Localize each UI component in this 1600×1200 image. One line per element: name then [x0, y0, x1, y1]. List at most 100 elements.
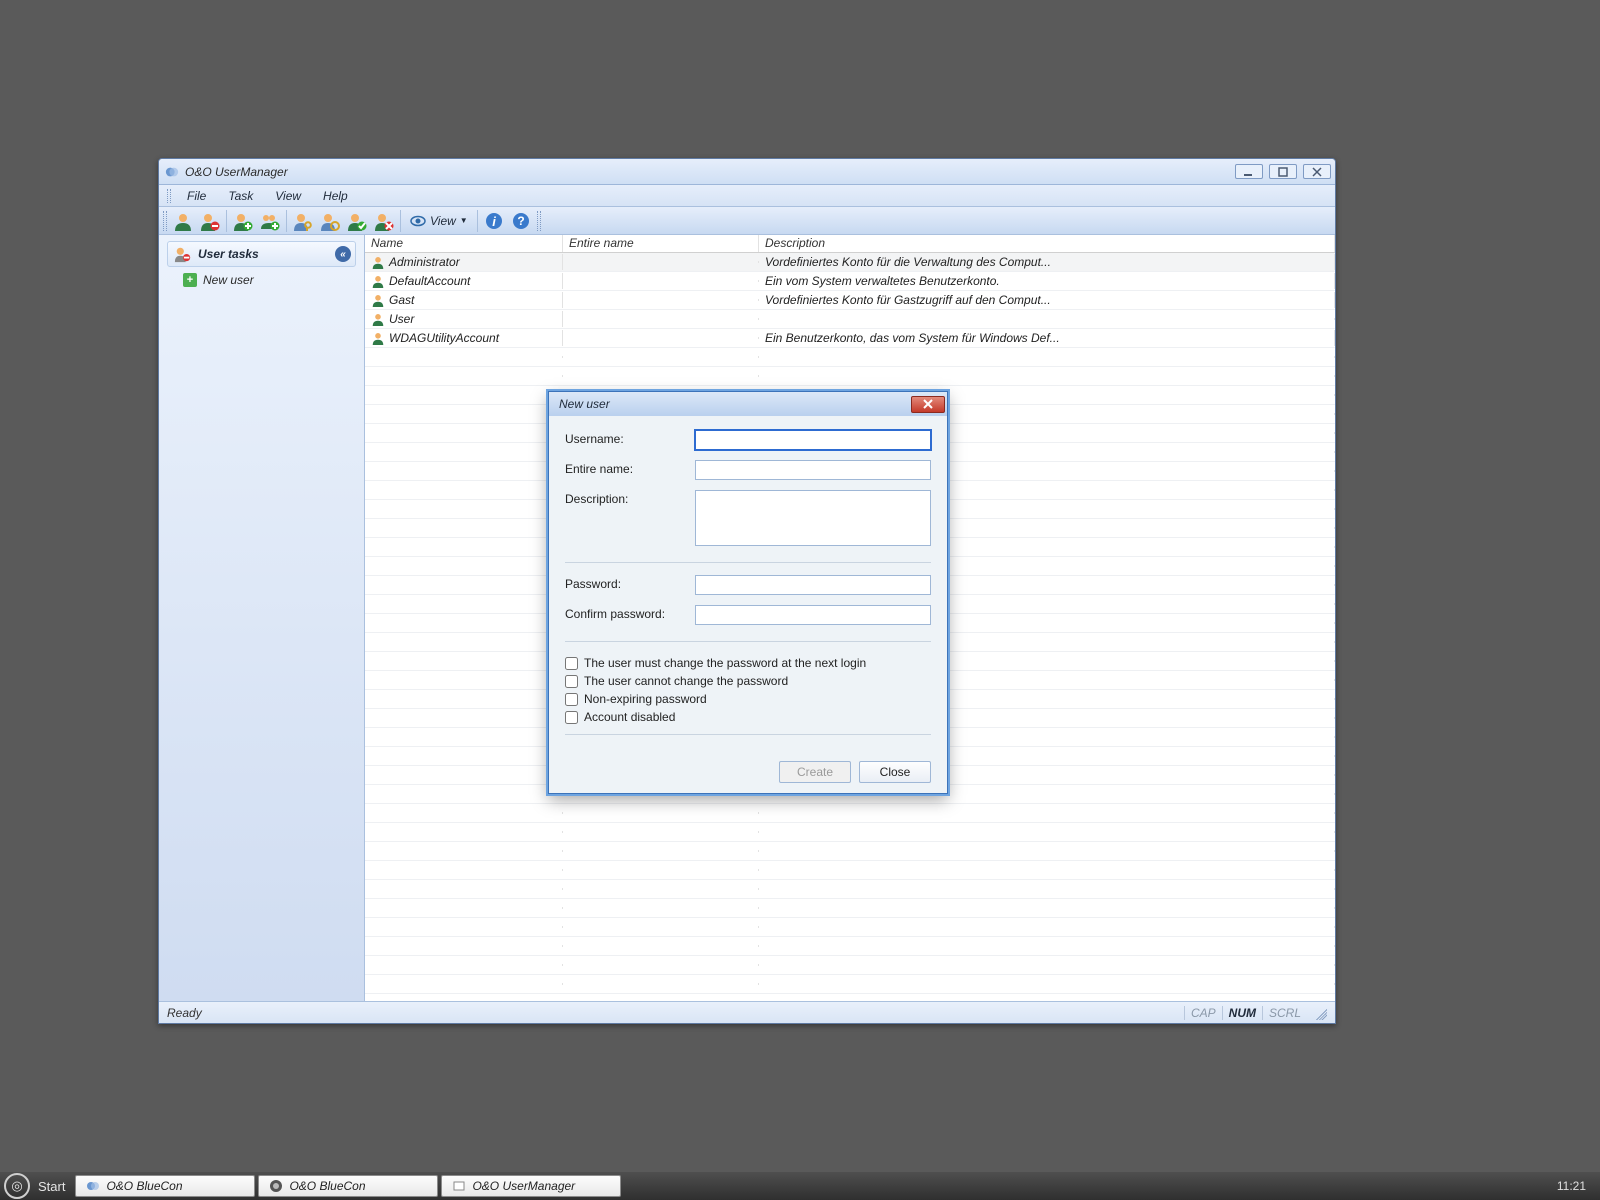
- menu-task[interactable]: Task: [218, 187, 263, 205]
- sidebar-new-user[interactable]: + New user: [167, 267, 356, 291]
- label-password: Password:: [565, 575, 695, 591]
- menu-help[interactable]: Help: [313, 187, 358, 205]
- cell-desc: Vordefiniertes Konto für Gastzugriff auf…: [765, 293, 1051, 307]
- start-orb-icon: ◎: [11, 1178, 22, 1194]
- table-row-empty: [365, 994, 1335, 1001]
- sidebar-header[interactable]: User tasks «: [167, 241, 356, 267]
- maximize-icon: [1278, 167, 1288, 177]
- input-desc[interactable]: [695, 490, 931, 546]
- close-button[interactable]: Close: [859, 761, 931, 783]
- close-button-label: Close: [880, 765, 911, 779]
- tool-user-add[interactable]: [230, 209, 256, 233]
- table-row-empty: [365, 880, 1335, 899]
- taskbar-item[interactable]: O&O UserManager: [441, 1175, 621, 1197]
- check-cannot-change[interactable]: The user cannot change the password: [565, 674, 931, 688]
- table-row[interactable]: WDAGUtilityAccountEin Benutzerkonto, das…: [365, 329, 1335, 348]
- tool-help[interactable]: i: [481, 209, 507, 233]
- dialog-separator: [565, 641, 931, 642]
- taskbar-item-label: O&O BlueCon: [106, 1179, 182, 1193]
- titlebar: O&O UserManager: [159, 159, 1335, 185]
- check-label-must-change: The user must change the password at the…: [584, 656, 866, 670]
- tool-user-remove[interactable]: [197, 209, 223, 233]
- cell-name: Administrator: [389, 255, 460, 269]
- input-username[interactable]: [695, 430, 931, 450]
- tool-user-unlock[interactable]: [317, 209, 343, 233]
- tool-user-disable[interactable]: [371, 209, 397, 233]
- start-button[interactable]: ◎: [4, 1173, 30, 1199]
- dialog-close-button[interactable]: [911, 396, 945, 413]
- start-label[interactable]: Start: [30, 1179, 75, 1194]
- table-row-empty: [365, 937, 1335, 956]
- table-row[interactable]: Administrator Vordefiniertes Konto für di…: [365, 253, 1335, 272]
- label-username: Username:: [565, 430, 695, 446]
- check-label-non-expiring: Non-expiring password: [584, 692, 707, 706]
- user-enable-icon: [347, 211, 367, 231]
- table-row[interactable]: User: [365, 310, 1335, 329]
- close-window-button[interactable]: [1303, 164, 1331, 179]
- cell-name: DefaultAccount: [389, 274, 470, 288]
- tool-about[interactable]: ?: [508, 209, 534, 233]
- table-row[interactable]: GastVordefiniertes Konto für Gastzugriff…: [365, 291, 1335, 310]
- view-label: View: [430, 214, 456, 228]
- menu-file[interactable]: File: [177, 187, 216, 205]
- minimize-icon: [1244, 167, 1254, 177]
- dialog-separator: [565, 562, 931, 563]
- check-disabled[interactable]: Account disabled: [565, 710, 931, 724]
- input-password[interactable]: [695, 575, 931, 595]
- cell-name: User: [389, 312, 414, 326]
- user-disable-icon: [374, 211, 394, 231]
- user-key-icon: [293, 211, 313, 231]
- table-row-empty: [365, 956, 1335, 975]
- check-non-expiring[interactable]: Non-expiring password: [565, 692, 931, 706]
- taskbar-item-label: O&O BlueCon: [289, 1179, 365, 1193]
- menu-view[interactable]: View: [265, 187, 311, 205]
- cell-desc: Ein vom System verwaltetes Benutzerkonto…: [765, 274, 1000, 288]
- tool-user-key[interactable]: [290, 209, 316, 233]
- taskbar-item-icon: [269, 1179, 283, 1193]
- window-title: O&O UserManager: [185, 165, 1235, 179]
- chevron-up-icon[interactable]: «: [335, 246, 351, 262]
- check-must-change[interactable]: The user must change the password at the…: [565, 656, 931, 670]
- tool-user-default[interactable]: [170, 209, 196, 233]
- svg-text:?: ?: [517, 214, 524, 228]
- create-button[interactable]: Create: [779, 761, 851, 783]
- toolbar-separator: [226, 210, 227, 232]
- col-desc-header[interactable]: Description: [759, 235, 1335, 252]
- taskbar-item[interactable]: O&O BlueCon: [258, 1175, 438, 1197]
- toolbar-grip-end[interactable]: [537, 211, 541, 231]
- col-entire-header[interactable]: Entire name: [563, 235, 759, 252]
- table-row[interactable]: DefaultAccount Ein vom System verwaltetes…: [365, 272, 1335, 291]
- maximize-button[interactable]: [1269, 164, 1297, 179]
- taskbar-item[interactable]: O&O BlueCon: [75, 1175, 255, 1197]
- input-confirm[interactable]: [695, 605, 931, 625]
- menubar: File Task View Help: [159, 185, 1335, 207]
- sidebar-header-label: User tasks: [198, 247, 259, 261]
- chevron-down-icon: ▼: [460, 216, 468, 225]
- taskbar-item-icon: [86, 1179, 100, 1193]
- toolbar-grip[interactable]: [163, 211, 167, 231]
- eye-icon: [410, 213, 426, 229]
- status-cap: CAP: [1184, 1006, 1222, 1020]
- menubar-grip[interactable]: [167, 189, 171, 203]
- table-header: Name Entire name Description: [365, 235, 1335, 253]
- minimize-button[interactable]: [1235, 164, 1263, 179]
- input-entire[interactable]: [695, 460, 931, 480]
- resize-grip-icon[interactable]: [1313, 1006, 1327, 1020]
- tool-group-add[interactable]: [257, 209, 283, 233]
- tool-view-dropdown[interactable]: View ▼: [404, 209, 474, 233]
- tool-user-enable[interactable]: [344, 209, 370, 233]
- label-entire: Entire name:: [565, 460, 695, 476]
- table-row-empty: [365, 367, 1335, 386]
- taskbar: ◎ Start O&O BlueCon O&O BlueCon O&O UserMa…: [0, 1172, 1600, 1200]
- toolbar-separator: [286, 210, 287, 232]
- checkbox-disabled[interactable]: [565, 711, 578, 724]
- row-desc: Description:: [565, 490, 931, 546]
- cell-desc: Vordefiniertes Konto für die Verwaltung …: [765, 255, 1051, 269]
- col-name-header[interactable]: Name: [365, 235, 563, 252]
- checkbox-must-change[interactable]: [565, 657, 578, 670]
- table-row-empty: [365, 823, 1335, 842]
- table-row-empty: [365, 861, 1335, 880]
- checkbox-cannot-change[interactable]: [565, 675, 578, 688]
- dialog-title: New user: [559, 397, 610, 411]
- checkbox-non-expiring[interactable]: [565, 693, 578, 706]
